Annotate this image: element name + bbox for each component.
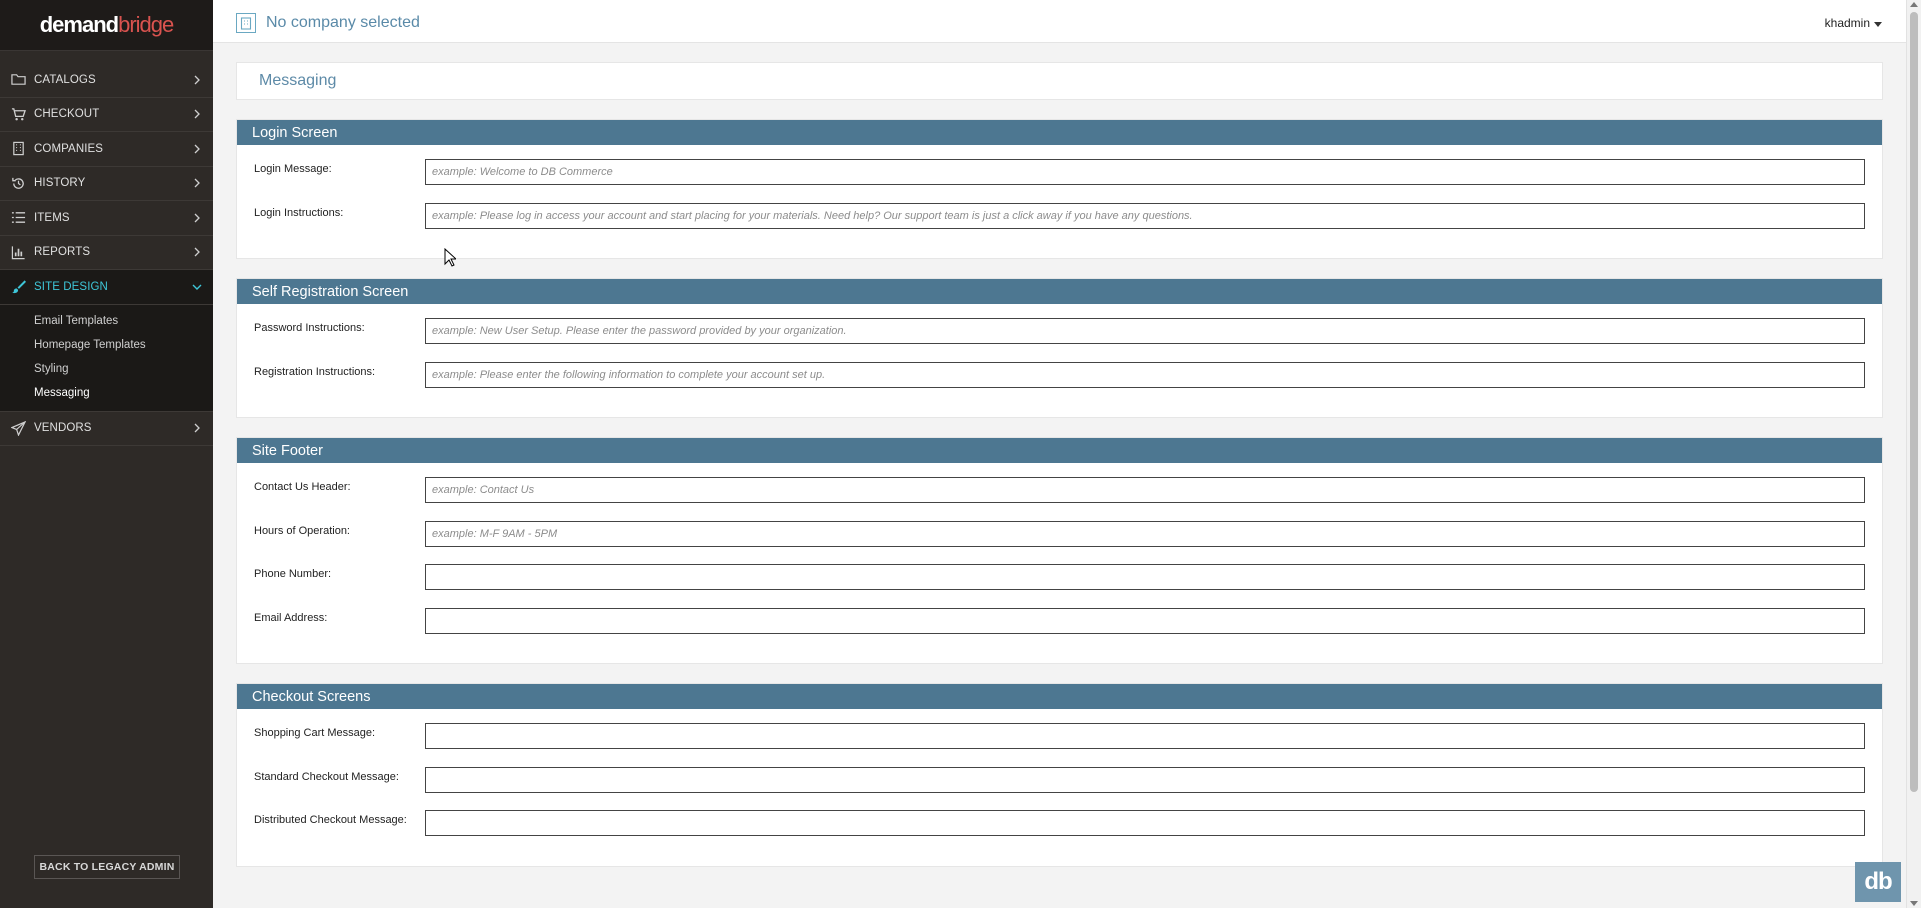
sidebar-item-reports[interactable]: REPORTS <box>0 236 213 270</box>
form-row: Phone Number: <box>254 560 1865 604</box>
sidebar-item-vendors[interactable]: VENDORS <box>0 412 213 446</box>
panel-header: Site Footer <box>237 438 1882 463</box>
field-label: Shopping Cart Message: <box>254 727 376 739</box>
chevron-right-icon <box>191 422 203 434</box>
form-row: Login Instructions: <box>254 199 1865 243</box>
scroll-up-arrow-icon[interactable] <box>1910 2 1918 7</box>
form-row: Standard Checkout Message: <box>254 763 1865 807</box>
form-row: Login Message: <box>254 155 1865 199</box>
field-label: Hours of Operation: <box>254 524 350 537</box>
form-row: Password Instructions: <box>254 314 1865 358</box>
company-selector[interactable]: No company selected <box>266 14 420 32</box>
company-icon[interactable] <box>236 13 256 33</box>
site-design-submenu: Email Templates Homepage Templates Styli… <box>0 304 213 412</box>
history-icon <box>10 175 26 191</box>
field-label: Password Instructions: <box>254 322 365 334</box>
sidebar-item-checkout[interactable]: CHECKOUT <box>0 98 213 132</box>
shopping-cart-message-input[interactable] <box>425 723 1865 749</box>
chevron-right-icon <box>191 108 203 120</box>
logo-accent: bridge <box>118 12 174 37</box>
form-row: Distributed Checkout Message: <box>254 806 1865 850</box>
form-row: Registration Instructions: <box>254 358 1865 402</box>
sub-item-messaging[interactable]: Messaging <box>0 381 213 405</box>
chevron-right-icon <box>191 177 203 189</box>
logo-main: demand <box>39 12 119 37</box>
sidebar-nav: CATALOGS CHECKOUT COMPANIES HISTORY ITEM… <box>0 63 213 446</box>
login-message-input[interactable] <box>425 159 1865 185</box>
field-label: Phone Number: <box>254 568 332 580</box>
sidebar-item-label: SITE DESIGN <box>34 280 108 293</box>
sidebar-item-label: HISTORY <box>34 177 86 190</box>
form-row: Contact Us Header: <box>254 473 1865 517</box>
brand-logo[interactable]: demandbridge <box>0 0 213 51</box>
field-label: Login Instructions: <box>254 206 344 219</box>
page-scrollbar[interactable] <box>1906 0 1921 908</box>
folder-icon <box>10 72 26 88</box>
bar-chart-icon <box>10 244 26 260</box>
cart-icon <box>10 106 26 122</box>
chevron-right-icon <box>191 212 203 224</box>
scroll-down-arrow-icon[interactable] <box>1910 901 1918 906</box>
field-label: Email Address: <box>254 611 328 624</box>
panel-checkout-screens: Checkout Screens Shopping Cart Message: … <box>236 683 1883 867</box>
sidebar-item-catalogs[interactable]: CATALOGS <box>0 63 213 98</box>
panel-header: Self Registration Screen <box>237 279 1882 304</box>
field-label: Registration Instructions: <box>254 365 376 378</box>
login-instructions-input[interactable] <box>425 202 1865 229</box>
field-label: Login Message: <box>254 163 332 175</box>
sub-item-email-templates[interactable]: Email Templates <box>0 309 213 333</box>
sidebar: demandbridge CATALOGS CHECKOUT COMPANIES… <box>0 0 213 908</box>
user-menu[interactable]: khadmin <box>1825 16 1882 30</box>
paper-plane-icon <box>10 420 26 436</box>
password-instructions-input[interactable] <box>425 318 1865 344</box>
contact-us-header-input[interactable] <box>425 477 1865 503</box>
chevron-right-icon <box>191 143 203 155</box>
sub-item-styling[interactable]: Styling <box>0 357 213 381</box>
panel-self-registration: Self Registration Screen Password Instru… <box>236 278 1883 418</box>
page-title-bar: Messaging <box>236 62 1883 100</box>
panel-site-footer: Site Footer Contact Us Header: Hours of … <box>236 437 1883 664</box>
standard-checkout-message-input[interactable] <box>425 766 1865 793</box>
mouse-cursor-icon <box>444 247 458 272</box>
panel-header: Login Screen <box>237 120 1882 145</box>
brush-icon <box>10 279 26 295</box>
sidebar-item-label: CHECKOUT <box>34 108 100 121</box>
distributed-checkout-message-input[interactable] <box>425 810 1865 836</box>
building-icon <box>10 141 26 157</box>
form-row: Hours of Operation: <box>254 517 1865 561</box>
phone-number-input[interactable] <box>425 564 1865 590</box>
sub-item-homepage-templates[interactable]: Homepage Templates <box>0 333 213 357</box>
chevron-right-icon <box>191 246 203 258</box>
panel-login-screen: Login Screen Login Message: Login Instru… <box>236 119 1883 259</box>
sidebar-item-label: CATALOGS <box>34 73 96 86</box>
username: khadmin <box>1824 16 1870 30</box>
email-address-input[interactable] <box>425 607 1865 634</box>
chevron-right-icon <box>191 74 203 86</box>
list-icon <box>10 210 26 226</box>
panel-header: Checkout Screens <box>237 684 1882 709</box>
main-content: Messaging Login Screen Login Message: Lo… <box>236 62 1883 867</box>
sidebar-item-label: ITEMS <box>34 211 70 224</box>
field-label: Contact Us Header: <box>254 481 351 493</box>
hours-of-operation-input[interactable] <box>425 520 1865 547</box>
scroll-thumb[interactable] <box>1910 12 1918 792</box>
db-chat-badge[interactable]: db <box>1855 862 1901 902</box>
form-row: Email Address: <box>254 604 1865 648</box>
page-title: Messaging <box>259 72 337 89</box>
sidebar-item-label: COMPANIES <box>34 142 104 155</box>
top-bar: No company selected khadmin <box>213 0 1906 43</box>
sidebar-item-items[interactable]: ITEMS <box>0 201 213 236</box>
field-label: Standard Checkout Message: <box>254 770 399 783</box>
form-row: Shopping Cart Message: <box>254 719 1865 763</box>
registration-instructions-input[interactable] <box>425 361 1865 388</box>
field-label: Distributed Checkout Message: <box>254 814 407 826</box>
caret-down-icon <box>1874 16 1882 30</box>
sidebar-item-site-design[interactable]: SITE DESIGN <box>0 270 213 305</box>
sidebar-item-label: VENDORS <box>34 422 92 435</box>
back-to-legacy-admin-button[interactable]: BACK TO LEGACY ADMIN <box>34 855 180 879</box>
sidebar-item-history[interactable]: HISTORY <box>0 167 213 201</box>
sidebar-item-label: REPORTS <box>34 246 91 259</box>
chevron-down-icon <box>191 281 203 293</box>
sidebar-item-companies[interactable]: COMPANIES <box>0 132 213 167</box>
